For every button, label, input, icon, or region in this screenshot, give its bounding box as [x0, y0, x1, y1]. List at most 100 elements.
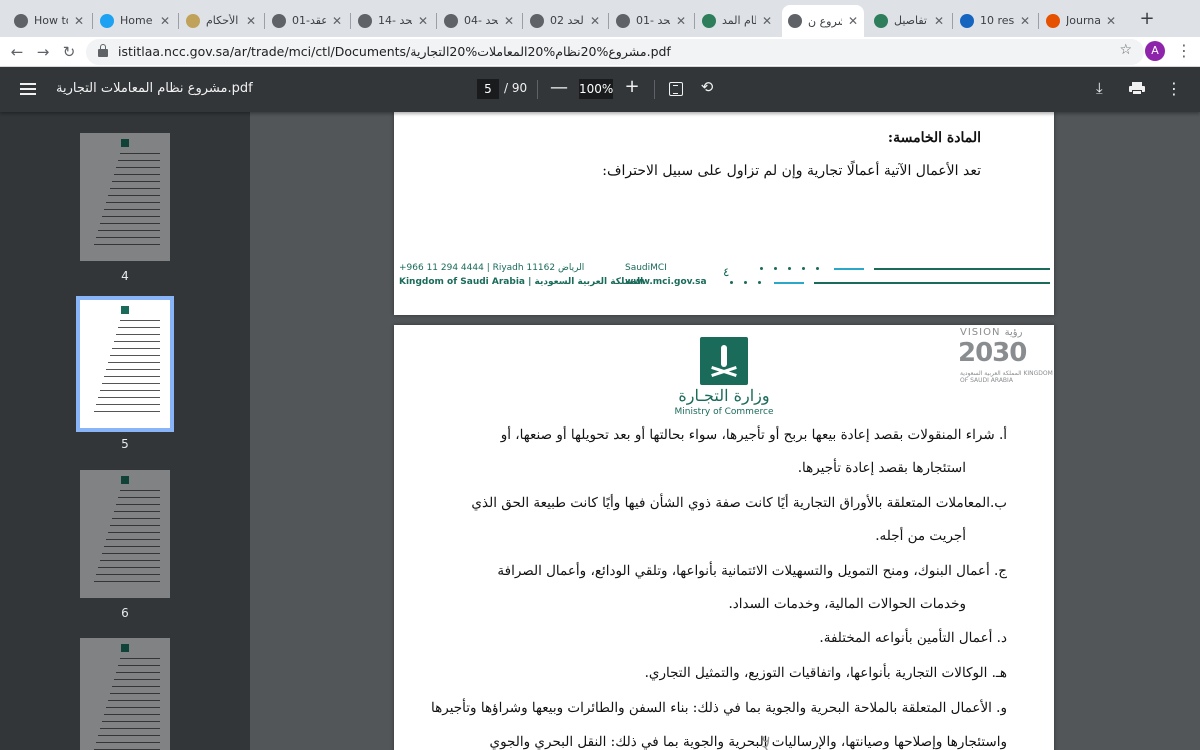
vision-subtitle: المملكة العربية السعودية KINGDOM OF SAUD… — [960, 370, 1053, 384]
print-icon[interactable] — [1129, 82, 1145, 95]
page-thumbnail-5[interactable] — [76, 296, 174, 432]
sidebar-menu-icon[interactable] — [20, 83, 36, 95]
tab-title: نظام المد — [722, 14, 756, 27]
tab-favicon-icon — [14, 13, 28, 28]
tab-separator — [1038, 13, 1039, 29]
tab-favicon-icon — [616, 13, 630, 28]
thumbnail-text-line — [120, 658, 160, 659]
thumbnail-text-line — [112, 348, 160, 349]
tab-favicon-icon — [874, 13, 888, 28]
thumbnail-text-line — [100, 390, 160, 391]
bookmark-star-icon[interactable]: ☆ — [1119, 42, 1132, 58]
back-icon[interactable]: ← — [6, 41, 28, 63]
new-tab-button[interactable]: + — [1137, 8, 1157, 30]
tab-favicon-icon — [530, 13, 544, 28]
browser-tab[interactable]: 10 reso ✕ — [954, 7, 1036, 34]
footer-social: SaudiMCI — [625, 263, 667, 273]
tab-separator — [264, 13, 265, 29]
browser-tab[interactable]: 02 الحد ✕ — [524, 7, 606, 34]
tab-close-icon[interactable]: ✕ — [676, 14, 686, 28]
thumbnail-text-line — [102, 216, 160, 217]
tab-close-icon[interactable]: ✕ — [848, 14, 858, 28]
tab-close-icon[interactable]: ✕ — [1106, 14, 1116, 28]
browser-tab[interactable]: How to ✕ — [8, 7, 90, 34]
thumbnail-text-line — [100, 223, 160, 224]
thumbnail-text-line — [106, 539, 160, 540]
browser-tab[interactable]: Home ✕ — [94, 7, 176, 34]
thumbnail-text-line — [102, 383, 160, 384]
vision-label: VISION رؤية — [960, 327, 1023, 338]
page-thumbnail-6[interactable] — [80, 470, 170, 598]
download-icon[interactable]: ⤓ — [1096, 79, 1103, 97]
tab-close-icon[interactable]: ✕ — [332, 14, 342, 28]
browser-menu-icon[interactable]: ⋮ — [1176, 41, 1192, 61]
tab-favicon-icon — [702, 13, 716, 28]
thumbnail-text-line — [100, 728, 160, 729]
tab-close-icon[interactable]: ✕ — [934, 14, 944, 28]
thumbnail-text-line — [114, 341, 160, 342]
thumbnail-logo-icon — [121, 644, 129, 652]
thumbnail-text-line — [102, 553, 160, 554]
page-number-input[interactable]: 5 — [477, 79, 499, 99]
footer-decor-dot — [802, 267, 805, 270]
more-options-icon[interactable]: ⋮ — [1166, 79, 1182, 98]
article-item: ج. أعمال البنوك، ومنح التمويل والتسهيلات… — [497, 563, 1007, 579]
url-text[interactable]: istitlaa.ncc.gov.sa/ar/trade/mci/ctl/Doc… — [118, 44, 671, 59]
tab-close-icon[interactable]: ✕ — [504, 14, 514, 28]
tab-title: Home — [120, 14, 153, 27]
tab-close-icon[interactable]: ✕ — [1020, 14, 1030, 28]
browser-tab[interactable]: Journal ✕ — [1040, 7, 1122, 34]
browser-tab[interactable]: 04- الحد ✕ — [438, 7, 520, 34]
tab-close-icon[interactable]: ✕ — [74, 14, 84, 28]
tab-close-icon[interactable]: ✕ — [418, 14, 428, 28]
document-viewer[interactable]: المادة الخامسة: تعد الأعمال الآتية أعمال… — [250, 112, 1200, 750]
page-thumbnail-4[interactable] — [80, 133, 170, 261]
browser-tab[interactable]: 01-عقد ✕ — [266, 7, 348, 34]
profile-avatar[interactable]: A — [1145, 41, 1165, 61]
thumbnail-page-number: 6 — [121, 606, 129, 620]
thumbnail-text-line — [94, 581, 160, 582]
tab-favicon-icon — [186, 13, 200, 28]
browser-tab[interactable]: تفاصيل ✕ — [868, 7, 950, 34]
thumbnail-text-line — [116, 672, 160, 673]
browser-tab[interactable]: 01- الحد ✕ — [610, 7, 692, 34]
reload-icon[interactable]: ↻ — [58, 41, 80, 63]
thumbnail-sidebar[interactable]: 4 5 6 — [0, 112, 250, 750]
zoom-in-button[interactable]: + — [624, 76, 640, 97]
thumbnail-text-line — [96, 404, 160, 405]
tab-separator — [178, 13, 179, 29]
zoom-out-button[interactable]: — — [550, 77, 568, 98]
tab-close-icon[interactable]: ✕ — [762, 14, 772, 28]
fit-page-icon[interactable] — [669, 82, 683, 96]
page-total: / 90 — [504, 81, 528, 95]
tab-close-icon[interactable]: ✕ — [590, 14, 600, 28]
page-thumbnail-7[interactable] — [80, 638, 170, 750]
lock-icon — [98, 44, 108, 57]
browser-tab[interactable]: نظام المد ✕ — [696, 7, 778, 34]
tab-title: Journal — [1066, 14, 1100, 27]
thumbnail-text-line — [94, 244, 160, 245]
tab-close-icon[interactable]: ✕ — [246, 14, 256, 28]
forward-icon[interactable]: → — [32, 41, 54, 63]
footer-decor-line — [774, 282, 804, 284]
thumbnail-text-line — [110, 188, 160, 189]
tab-title: 14- الحد — [378, 14, 412, 27]
thumbnail-text-line — [112, 686, 160, 687]
browser-tab[interactable]: الأحكام ✕ — [180, 7, 262, 34]
tab-title: مشروع ن — [808, 14, 842, 28]
browser-tab[interactable]: مشروع ن ✕ — [782, 5, 864, 37]
article-item: ب.المعاملات المتعلقة بالأوراق التجارية أ… — [471, 495, 1007, 511]
thumbnail-text-line — [96, 574, 160, 575]
tab-close-icon[interactable]: ✕ — [160, 14, 170, 28]
thumbnail-logo-icon — [121, 306, 129, 314]
tab-title: تفاصيل — [894, 14, 927, 27]
address-bar[interactable]: istitlaa.ncc.gov.sa/ar/trade/mci/ctl/Doc… — [86, 39, 1144, 65]
zoom-level-input[interactable]: 100% — [579, 79, 613, 99]
browser-tab[interactable]: 14- الحد ✕ — [352, 7, 434, 34]
pdf-toolbar: مشروع نظام المعاملات التجارية.pdf 5 / 90… — [0, 67, 1200, 112]
thumbnail-text-line — [118, 160, 160, 161]
article-title: المادة الخامسة: — [887, 130, 981, 146]
thumbnail-text-line — [102, 721, 160, 722]
thumbnail-logo-icon — [121, 139, 129, 147]
rotate-icon[interactable]: ⟲ — [698, 78, 716, 96]
